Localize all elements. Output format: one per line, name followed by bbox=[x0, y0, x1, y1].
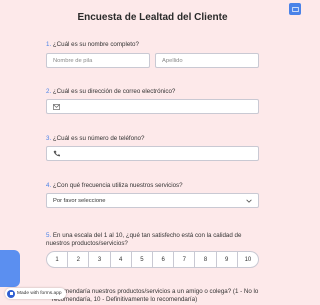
rating-option-9[interactable]: 9 bbox=[217, 252, 238, 267]
forms-app-logo-icon bbox=[7, 289, 15, 298]
question-4-number: 4. bbox=[46, 182, 52, 189]
question-3-number: 3. bbox=[46, 135, 52, 142]
rating-option-10[interactable]: 10 bbox=[238, 252, 258, 267]
frequency-select-value: Por favor seleccione bbox=[53, 197, 106, 204]
question-2-number: 2. bbox=[46, 88, 52, 95]
rating-option-1[interactable]: 1 bbox=[47, 252, 69, 267]
question-2-text: ¿Cuál es su dirección de correo electrón… bbox=[52, 88, 176, 95]
last-name-placeholder: Apellido bbox=[162, 57, 183, 64]
question-5-number: 5. bbox=[46, 232, 52, 239]
question-6-label: recomendaría nuestros productos/servicio… bbox=[52, 288, 259, 303]
question-5-label: 5. En una escala del 1 al 10, ¿qué tan s… bbox=[46, 232, 261, 248]
question-4-text: ¿Con qué frecuencia utiliza nuestros ser… bbox=[52, 182, 183, 189]
form-title: Encuesta de Lealtad del Cliente bbox=[77, 12, 228, 23]
question-3-label: 3. ¿Cuál es su número de teléfono? bbox=[46, 135, 261, 143]
rating-option-7[interactable]: 7 bbox=[174, 252, 196, 267]
first-name-field[interactable]: Nombre de pila bbox=[46, 53, 150, 68]
chevron-down-icon bbox=[246, 199, 252, 203]
question-1-label: 1. ¿Cuál es su nombre completo? bbox=[46, 41, 261, 49]
question-1-number: 1. bbox=[46, 41, 52, 48]
rating-option-2[interactable]: 2 bbox=[68, 252, 90, 267]
question-1-text: ¿Cuál es su nombre completo? bbox=[52, 41, 139, 48]
rating-option-5[interactable]: 5 bbox=[132, 252, 154, 267]
email-field[interactable] bbox=[46, 99, 259, 114]
corner-button[interactable] bbox=[289, 3, 301, 15]
last-name-field[interactable]: Apellido bbox=[155, 53, 259, 68]
rating-option-6[interactable]: 6 bbox=[153, 252, 175, 267]
logo-mark-icon bbox=[9, 292, 13, 295]
question-4-label: 4. ¿Con qué frecuencia utiliza nuestros … bbox=[46, 182, 261, 190]
phone-field[interactable] bbox=[46, 146, 259, 161]
satisfaction-scale: 1 2 3 4 5 6 7 8 9 10 bbox=[46, 251, 259, 268]
mail-icon bbox=[53, 103, 60, 110]
rating-option-8[interactable]: 8 bbox=[195, 252, 217, 267]
badge-text: Made with forms.app bbox=[17, 291, 62, 296]
question-3-text: ¿Cuál es su número de teléfono? bbox=[52, 135, 145, 142]
first-name-placeholder: Nombre de pila bbox=[53, 57, 93, 64]
edit-icon bbox=[291, 6, 299, 12]
side-widget[interactable] bbox=[0, 250, 20, 287]
rating-option-3[interactable]: 3 bbox=[89, 252, 111, 267]
question-5-text: En una escala del 1 al 10, ¿qué tan sati… bbox=[46, 232, 242, 247]
question-2-label: 2. ¿Cuál es su dirección de correo elect… bbox=[46, 88, 261, 96]
forms-app-badge[interactable]: Made with forms.app bbox=[5, 288, 66, 299]
frequency-select[interactable]: Por favor seleccione bbox=[46, 193, 259, 208]
rating-option-4[interactable]: 4 bbox=[111, 252, 132, 267]
phone-icon bbox=[53, 150, 60, 157]
